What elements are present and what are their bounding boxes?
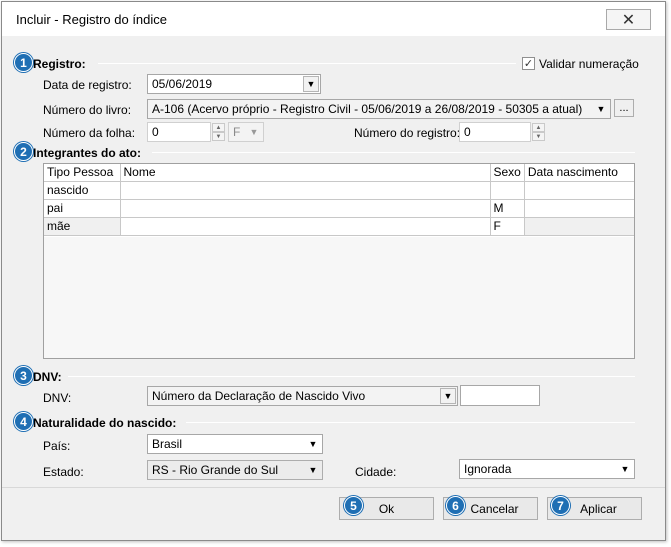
section-integrantes-title: Integrantes do ato: <box>33 146 142 160</box>
data-registro-value: 05/06/2019 <box>152 77 213 91</box>
cell-nasc[interactable] <box>524 217 634 236</box>
divider <box>68 376 635 377</box>
validar-numeracao-checkbox[interactable]: ✓ <box>522 57 535 70</box>
numero-registro-stepper[interactable]: ▲ ▼ <box>532 123 545 141</box>
section-dnv-title: DNV: <box>33 370 62 384</box>
badge-3: 3 <box>14 366 33 385</box>
grid-header-row: Tipo Pessoa Nome Sexo Data nascimento <box>44 164 634 182</box>
chevron-down-icon[interactable]: ▼ <box>617 461 633 477</box>
check-icon: ✓ <box>523 58 534 70</box>
validar-numeracao-label: Validar numeração <box>539 57 639 71</box>
col-sexo[interactable]: Sexo <box>490 164 525 182</box>
col-data-nascimento[interactable]: Data nascimento <box>524 164 634 182</box>
cell-sexo[interactable]: F <box>490 217 525 236</box>
numero-livro-value: A-106 (Acervo próprio - Registro Civil -… <box>152 102 583 116</box>
cell-tipo[interactable]: nascido <box>44 181 121 200</box>
numero-folha-stepper[interactable]: ▲ ▼ <box>212 123 225 141</box>
ok-label: Ok <box>378 501 395 516</box>
dnv-label: DNV: <box>43 391 72 405</box>
pais-label: País: <box>43 439 71 453</box>
spin-down-icon[interactable]: ▼ <box>532 132 545 141</box>
window-title: Incluir - Registro do índice <box>16 12 168 27</box>
cell-nasc[interactable] <box>524 199 634 218</box>
numero-registro-label: Número do registro: <box>354 126 461 140</box>
table-row[interactable]: mãe F <box>44 217 634 236</box>
integrantes-grid[interactable]: Tipo Pessoa Nome Sexo Data nascimento na… <box>43 163 635 359</box>
badge-5: 5 <box>344 496 363 515</box>
cell-nome[interactable] <box>120 199 491 218</box>
table-row[interactable]: nascido <box>44 181 634 200</box>
footer-divider <box>2 487 665 488</box>
chevron-down-icon[interactable]: ▼ <box>593 101 609 117</box>
section-naturalidade-title: Naturalidade do nascido: <box>33 416 177 430</box>
badge-2: 2 <box>14 142 33 161</box>
browse-livro-button[interactable]: ... <box>614 99 634 117</box>
spin-up-icon[interactable]: ▲ <box>532 123 545 132</box>
col-nome[interactable]: Nome <box>120 164 491 182</box>
aplicar-label: Aplicar <box>580 501 617 516</box>
badge-1: 1 <box>14 53 33 72</box>
estado-combo[interactable]: RS - Rio Grande do Sul ▼ <box>147 460 323 480</box>
numero-folha-input[interactable]: 0 <box>147 122 211 142</box>
numero-registro-input[interactable]: 0 <box>459 122 531 142</box>
cell-nome[interactable] <box>120 181 491 200</box>
dnv-number-input[interactable] <box>460 385 540 406</box>
numero-livro-label: Número do livro: <box>43 103 132 117</box>
chevron-down-icon[interactable]: ▼ <box>246 124 262 140</box>
estado-label: Estado: <box>43 465 84 479</box>
cidade-label: Cidade: <box>355 465 397 479</box>
spin-down-icon[interactable]: ▼ <box>212 132 225 141</box>
cell-tipo[interactable]: pai <box>44 199 121 218</box>
section-registro-title: Registro: <box>33 57 86 71</box>
cell-sexo[interactable]: M <box>490 199 525 218</box>
spin-up-icon[interactable]: ▲ <box>212 123 225 132</box>
chevron-down-icon[interactable]: ▼ <box>305 436 321 452</box>
col-tipo-pessoa[interactable]: Tipo Pessoa <box>44 164 121 182</box>
cell-sexo[interactable] <box>490 181 525 200</box>
dnv-type-combo[interactable]: Número da Declaração de Nascido Vivo ▼ <box>147 386 458 406</box>
folha-side-value: F <box>233 125 241 139</box>
cidade-value: Ignorada <box>464 462 512 476</box>
title-bar: Incluir - Registro do índice ✕ <box>2 2 665 36</box>
data-registro-field[interactable]: 05/06/2019 ▼ <box>147 74 321 94</box>
numero-folha-label: Número da folha: <box>43 126 136 140</box>
chevron-down-icon[interactable]: ▼ <box>305 462 321 478</box>
divider <box>186 422 635 423</box>
badge-7: 7 <box>551 496 570 515</box>
close-icon: ✕ <box>621 11 636 29</box>
pais-combo[interactable]: Brasil ▼ <box>147 434 323 454</box>
calendar-dropdown-icon[interactable]: ▼ <box>303 76 319 92</box>
numero-livro-combo[interactable]: A-106 (Acervo próprio - Registro Civil -… <box>147 99 611 119</box>
chevron-down-icon[interactable]: ▼ <box>440 388 456 404</box>
badge-6: 6 <box>446 496 465 515</box>
dnv-type-value: Número da Declaração de Nascido Vivo <box>152 389 366 403</box>
badge-4: 4 <box>14 412 33 431</box>
dialog-window: Incluir - Registro do índice ✕ 1 Registr… <box>1 1 666 541</box>
grid-empty-area <box>44 237 634 358</box>
data-registro-label: Data de registro: <box>43 78 132 92</box>
divider <box>98 63 516 64</box>
numero-registro-value: 0 <box>464 125 471 139</box>
cell-tipo[interactable]: mãe <box>44 217 121 236</box>
pais-value: Brasil <box>152 437 183 451</box>
cell-nome[interactable] <box>120 217 491 236</box>
table-row[interactable]: pai M <box>44 199 634 218</box>
estado-value: RS - Rio Grande do Sul <box>152 463 279 477</box>
folha-side-combo[interactable]: F ▼ <box>228 122 264 142</box>
cidade-combo[interactable]: Ignorada ▼ <box>459 459 635 479</box>
cell-nasc[interactable] <box>524 181 634 200</box>
close-button[interactable]: ✕ <box>606 9 651 30</box>
numero-folha-value: 0 <box>152 125 159 139</box>
divider <box>152 152 635 153</box>
cancelar-label: Cancelar <box>470 501 519 516</box>
